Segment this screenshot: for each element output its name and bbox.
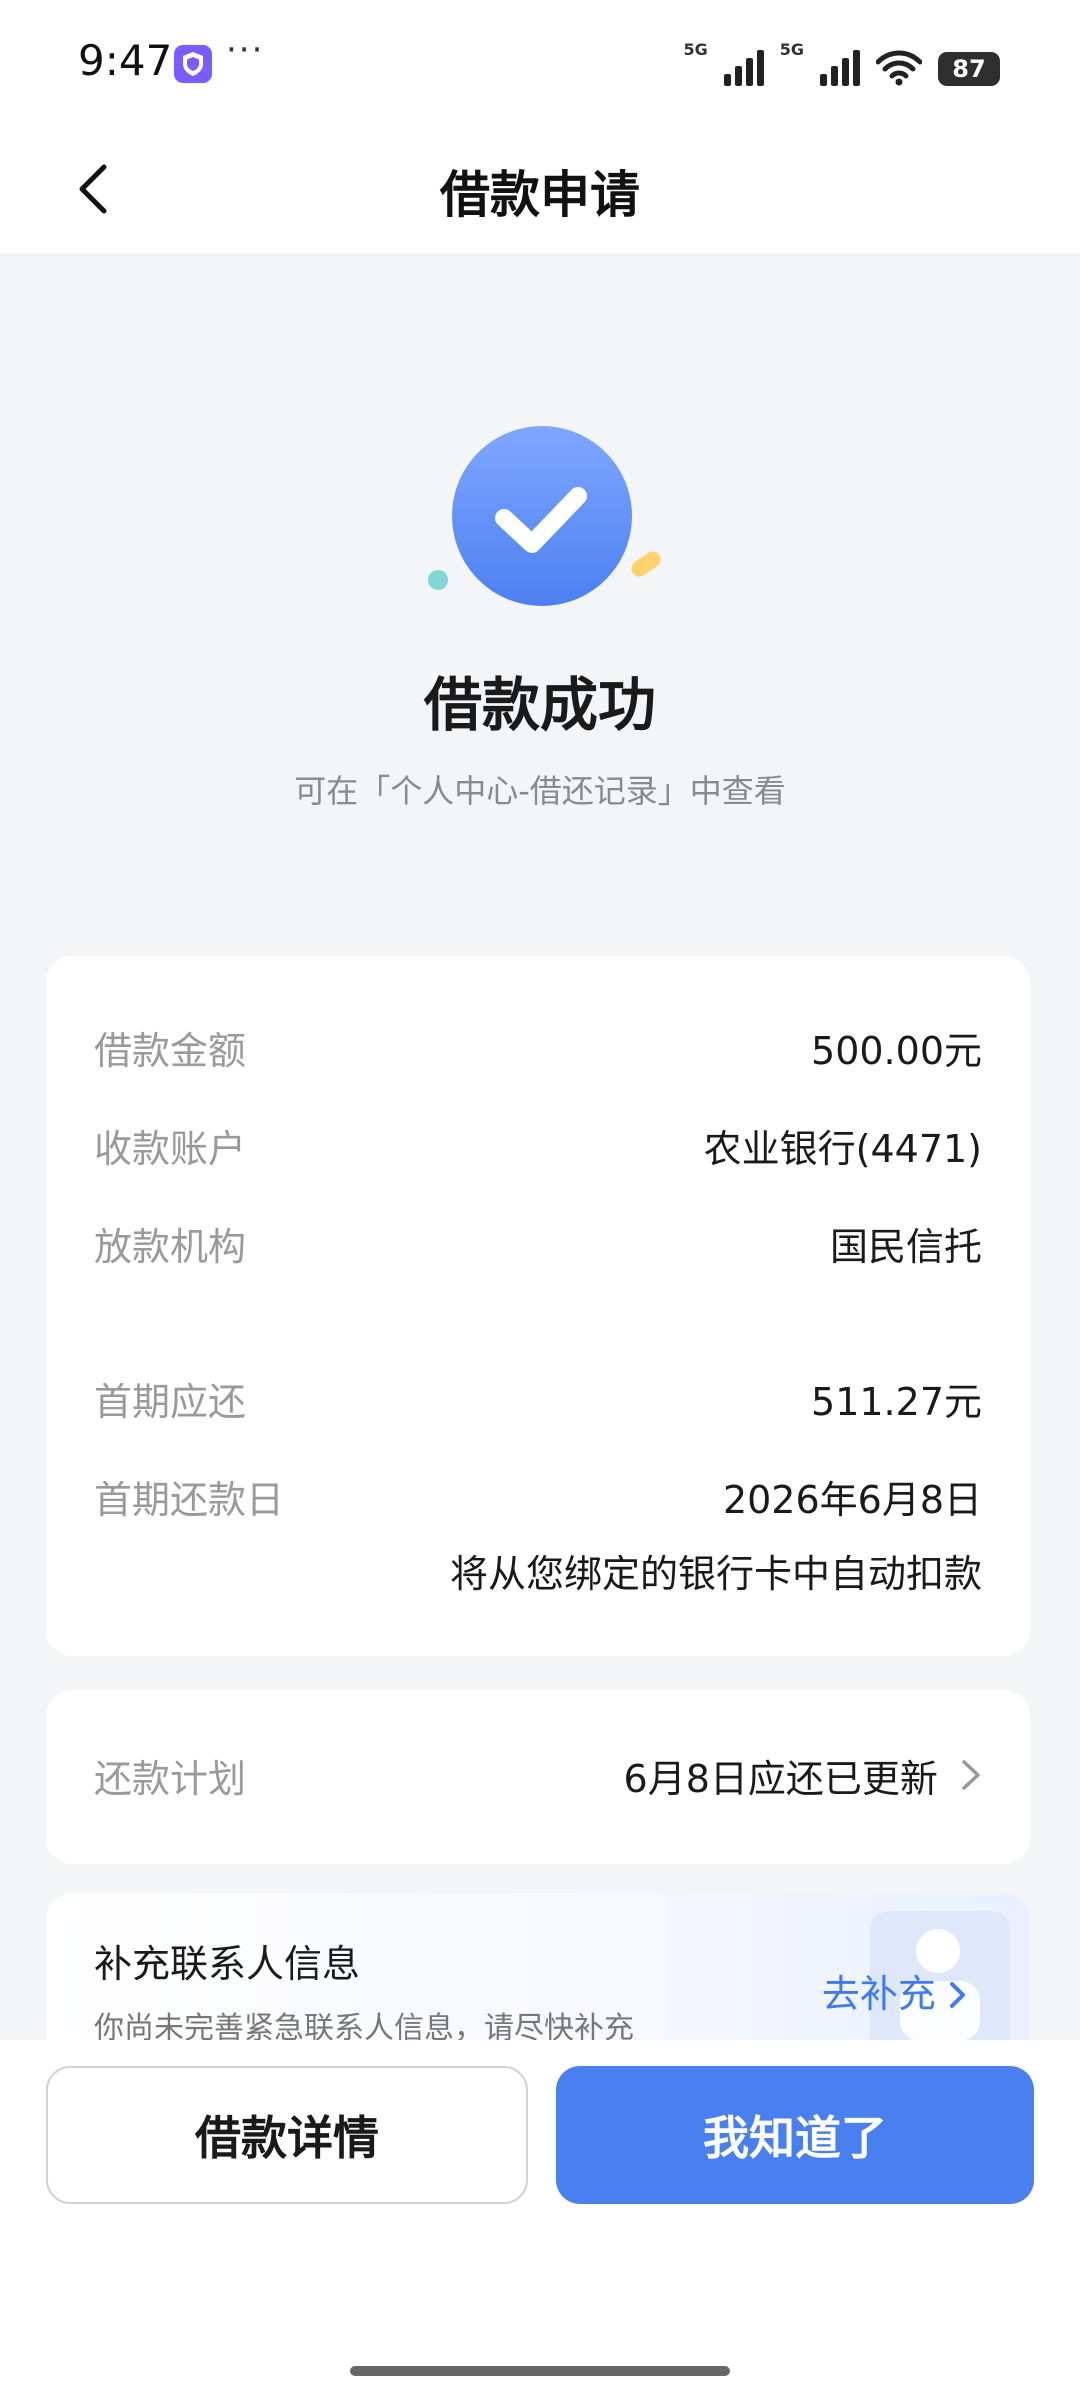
network-type-2: 5G [779,40,804,59]
got-it-button[interactable]: 我知道了 [556,2066,1034,2204]
detail-row-amount: 借款金额 500.00元 [94,1020,982,1075]
detail-row-first-payment: 首期应还 511.27元 [94,1371,982,1426]
wifi-icon [876,50,922,86]
result-subtitle: 可在「个人中心-借还记录」中查看 [294,772,786,810]
supplement-link[interactable]: 去补充 [822,1963,968,2018]
plan-value: 6月8日应还已更新 [623,1757,938,1801]
status-indicators: 5G 5G 87 [683,38,1000,86]
detail-label: 首期应还 [94,1380,247,1424]
success-check-icon [428,426,661,606]
plan-value-wrap: 6月8日应还已更新 [624,1748,982,1803]
plan-label: 还款计划 [94,1757,247,1801]
detail-row-first-due-date: 首期还款日 2026年6月8日 [94,1469,982,1524]
detail-row-lender: 放款机构 国民信托 [94,1216,982,1271]
repayment-plan-row[interactable]: 还款计划 6月8日应还已更新 [46,1690,1030,1864]
detail-value: 2026年6月8日 [722,1478,982,1522]
supplement-link-label: 去补充 [821,1972,936,2016]
detail-label: 收款账户 [94,1127,247,1171]
plan-row-content: 还款计划 6月8日应还已更新 [94,1748,982,1803]
battery-indicator: 87 [938,52,1000,86]
detail-value: 500.00元 [811,1029,982,1073]
contact-title: 补充联系人信息 [94,1942,361,1986]
emergency-contact-card[interactable]: 补充联系人信息 你尚未完善紧急联系人信息，请尽快补充 去补充 [46,1893,1030,2063]
detail-row-account: 收款账户 农业银行(4471) [94,1118,982,1173]
loan-details-button[interactable]: 借款详情 [46,2066,528,2204]
detail-label: 借款金额 [94,1029,247,1073]
result-title: 借款成功 [423,671,656,739]
more-notifications-icon: ··· [226,30,265,70]
home-indicator[interactable] [350,2366,730,2376]
title-bar: 借款申请 [0,125,1080,253]
signal-icon-2 [820,48,860,86]
status-time: 9:47 [78,36,173,85]
signal-icon-1 [723,48,764,86]
network-type-1: 5G [683,40,708,59]
bottom-action-bar: 借款详情 我知道了 [0,2040,1080,2400]
status-bar: 9:47 ··· 5G 5G 87 [0,0,1080,125]
chevron-right-icon [950,1982,965,2008]
detail-label: 放款机构 [94,1225,247,1269]
detail-value: 国民信托 [829,1225,982,1269]
chevron-right-icon [962,1760,980,1790]
page-title: 借款申请 [440,166,640,224]
loan-details-card: 借款金额 500.00元 收款账户 农业银行(4471) 放款机构 国民信托 首… [46,956,1030,1656]
shield-app-icon [174,45,212,83]
detail-label: 首期还款日 [94,1478,285,1522]
detail-value: 511.27元 [811,1380,982,1424]
detail-value: 农业银行(4471) [703,1127,982,1171]
auto-debit-note: 将从您绑定的银行卡中自动扣款 [449,1552,982,1596]
